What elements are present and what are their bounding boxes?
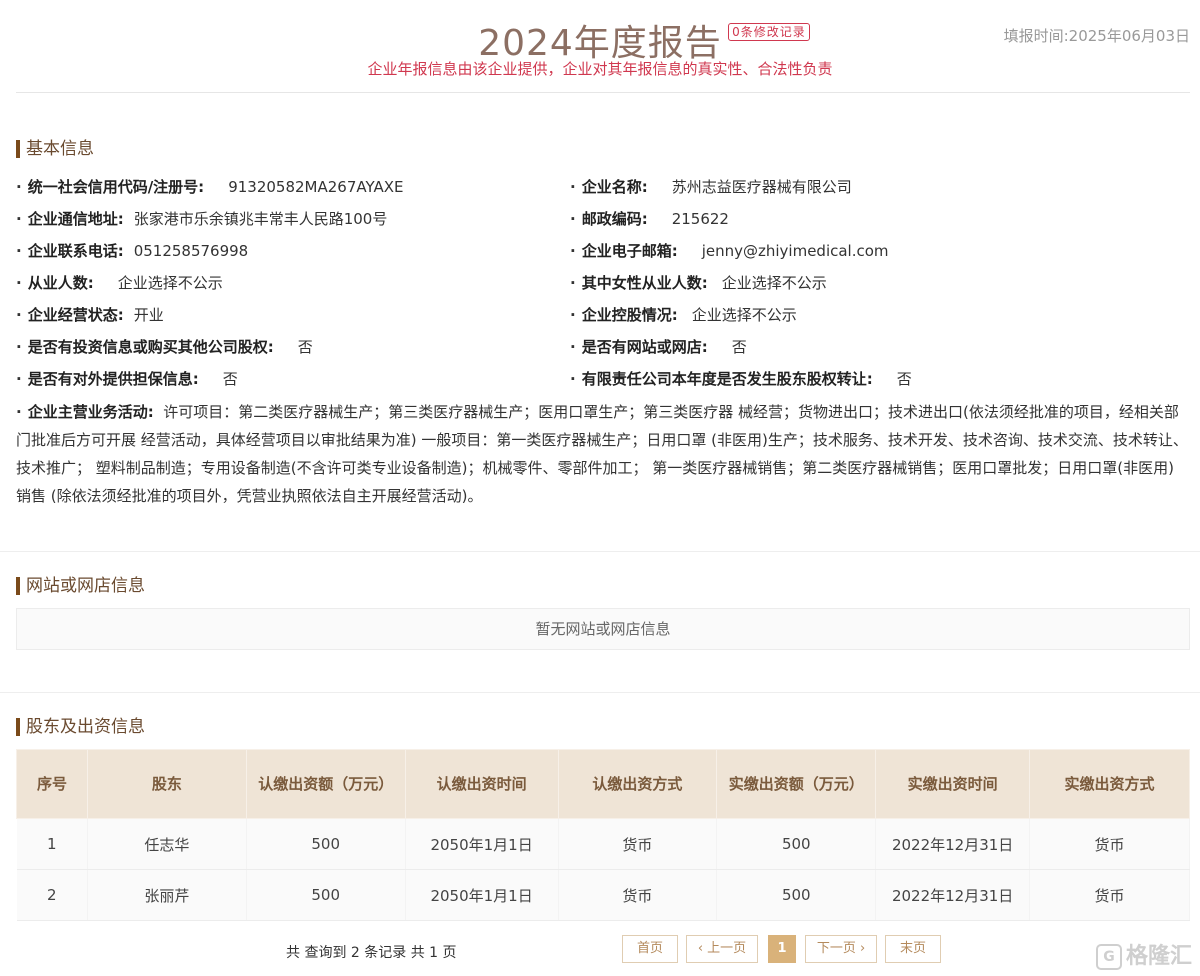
col-header: 认缴出资时间 bbox=[404, 749, 559, 819]
table-cell: 货币 bbox=[558, 818, 718, 870]
website-empty-message: 暂无网站或网店信息 bbox=[16, 608, 1190, 650]
info-phone: · 企业联系电话: 051258576998 bbox=[16, 242, 249, 260]
business-label: 企业主营业务活动: bbox=[27, 403, 154, 421]
section-divider bbox=[0, 551, 1200, 552]
table-cell: 500 bbox=[716, 818, 877, 870]
info-guarantee: · 是否有对外提供担保信息: 否 bbox=[16, 370, 238, 388]
page-1-button[interactable]: 1 bbox=[768, 935, 796, 963]
table-cell: 1 bbox=[16, 818, 88, 870]
business-value: 许可项目：第二类医疗器械生产；第三类医疗器械生产；医用口罩生产；第三类医疗器 械… bbox=[16, 403, 1188, 505]
table-cell: 500 bbox=[246, 818, 406, 870]
table-cell: 500 bbox=[246, 869, 406, 921]
table-row: 2 张丽芹 500 2050年1月1日 货币 500 2022年12月31日 货… bbox=[16, 869, 1190, 921]
table-header-row: 序号 股东 认缴出资额（万元） 认缴出资时间 认缴出资方式 实缴出资额（万元） … bbox=[16, 749, 1190, 819]
table-cell: 货币 bbox=[1029, 869, 1190, 921]
table-cell: 2050年1月1日 bbox=[405, 869, 559, 921]
info-holding: · 企业控股情况: 企业选择不公示 bbox=[570, 306, 797, 324]
first-page-button[interactable]: 首页 bbox=[622, 935, 678, 963]
section-title-basic: 基本信息 bbox=[16, 139, 94, 159]
info-equity-transfer: · 有限责任公司本年度是否发生股东股权转让: 否 bbox=[570, 370, 912, 388]
table-cell: 2 bbox=[16, 869, 88, 921]
info-website: · 是否有网站或网店: 否 bbox=[570, 338, 747, 356]
modify-record-badge[interactable]: 0条修改记录 bbox=[728, 23, 810, 41]
info-employees: · 从业人数: 企业选择不公示 bbox=[16, 274, 223, 292]
report-subtitle: 企业年报信息由该企业提供，企业对其年报信息的真实性、合法性负责 bbox=[367, 60, 833, 78]
table-row: 1 任志华 500 2050年1月1日 货币 500 2022年12月31日 货… bbox=[16, 818, 1190, 870]
col-header: 股东 bbox=[86, 749, 247, 819]
section-title-shareholders: 股东及出资信息 bbox=[16, 717, 145, 737]
table-cell: 货币 bbox=[1029, 818, 1190, 870]
col-header: 认缴出资方式 bbox=[557, 749, 718, 819]
watermark-logo: G 格隆汇 bbox=[1095, 938, 1192, 970]
info-address: · 企业通信地址: 张家港市乐余镇兆丰常丰人民路100号 bbox=[16, 210, 388, 228]
table-cell: 张丽芹 bbox=[87, 869, 247, 921]
col-header: 实缴出资方式 bbox=[1029, 749, 1190, 819]
section-divider bbox=[0, 692, 1200, 693]
info-email: · 企业电子邮箱: jenny@zhiyimedical.com bbox=[570, 242, 889, 260]
next-page-button[interactable]: 下一页 › bbox=[805, 935, 877, 963]
info-status: · 企业经营状态: 开业 bbox=[16, 306, 164, 324]
pagination-info: 共 查询到 2 条记录 共 1 页 bbox=[286, 945, 457, 961]
info-company-name: · 企业名称: 苏州志益医疗器械有限公司 bbox=[570, 178, 852, 196]
table-cell: 2022年12月31日 bbox=[875, 869, 1031, 921]
header-divider bbox=[16, 92, 1190, 93]
table-cell: 货币 bbox=[558, 869, 718, 921]
table-cell: 2050年1月1日 bbox=[405, 818, 559, 870]
col-header: 认缴出资额（万元） bbox=[245, 749, 406, 819]
watermark-text: 格隆汇 bbox=[1125, 944, 1192, 969]
shareholder-table: 序号 股东 认缴出资额（万元） 认缴出资时间 认缴出资方式 实缴出资额（万元） … bbox=[16, 749, 1190, 921]
table-cell: 任志华 bbox=[87, 818, 247, 870]
info-business-scope: · 企业主营业务活动: 许可项目：第二类医疗器械生产；第三类医疗器械生产；医用口罩… bbox=[16, 403, 1188, 505]
watermark-icon: G bbox=[1095, 944, 1122, 970]
info-postcode: · 邮政编码: 215622 bbox=[570, 210, 729, 228]
table-cell: 2022年12月31日 bbox=[875, 818, 1031, 870]
section-title-website: 网站或网店信息 bbox=[16, 576, 145, 596]
info-female-employees: · 其中女性从业人数: 企业选择不公示 bbox=[570, 274, 827, 292]
col-header: 实缴出资额（万元） bbox=[716, 749, 877, 819]
col-header: 实缴出资时间 bbox=[875, 749, 1031, 819]
col-header: 序号 bbox=[16, 749, 88, 819]
fill-date: 填报时间:2025年06月03日 bbox=[1003, 27, 1190, 45]
report-header: 2024年度报告 0条修改记录 填报时间:2025年06月03日 企业年报信息由… bbox=[0, 0, 1200, 92]
info-credit-code: · 统一社会信用代码/注册号: 91320582MA267AYAXE bbox=[16, 178, 404, 196]
info-investment: · 是否有投资信息或购买其他公司股权: 否 bbox=[16, 338, 313, 356]
last-page-button[interactable]: 末页 bbox=[885, 935, 941, 963]
prev-page-button[interactable]: ‹ 上一页 bbox=[686, 935, 758, 963]
table-cell: 500 bbox=[716, 869, 877, 921]
